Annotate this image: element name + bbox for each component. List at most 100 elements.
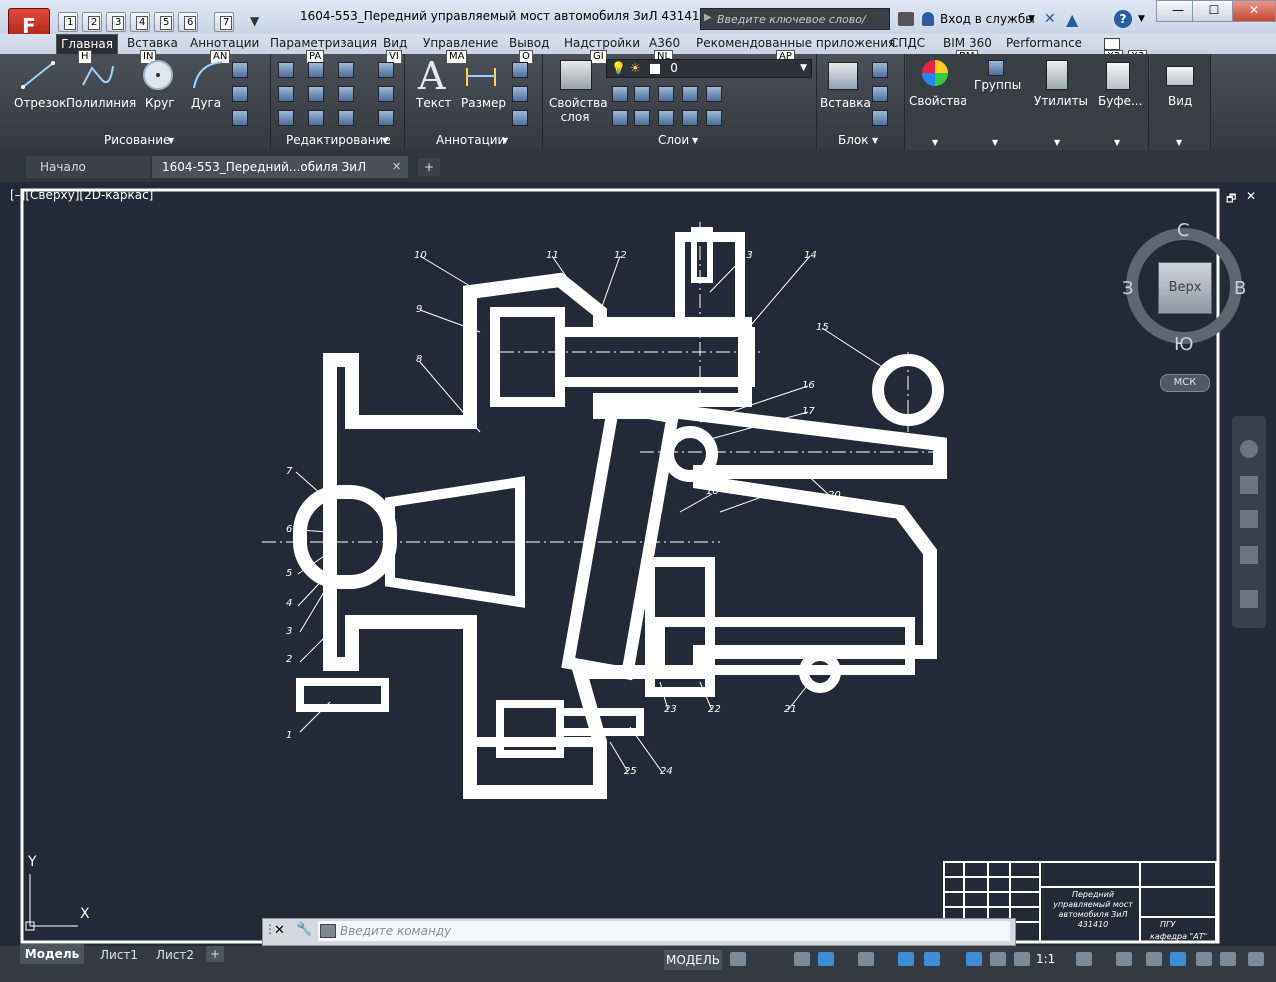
search-expand-icon[interactable]: ▶ (704, 12, 712, 23)
table-icon[interactable] (512, 110, 528, 126)
create-block-icon[interactable] (872, 62, 888, 78)
clipboard-icon[interactable] (1106, 62, 1130, 90)
binoculars-icon[interactable] (898, 12, 914, 26)
block-panel-title[interactable]: Блок (838, 133, 869, 147)
help-icon[interactable]: ? (1114, 10, 1132, 28)
start-tab[interactable]: Начало (26, 156, 150, 178)
insert-block-icon[interactable] (828, 62, 858, 90)
maximize-button[interactable]: ☐ (1192, 0, 1236, 22)
chevron-down-icon[interactable]: ▼ (992, 138, 998, 147)
arc-tool-icon[interactable] (190, 58, 226, 92)
viewcube-west[interactable]: З (1122, 278, 1134, 299)
mirror-icon[interactable] (308, 86, 324, 102)
object-snap-icon[interactable] (924, 952, 940, 966)
circle-tool-label[interactable]: Круг (145, 96, 175, 110)
chevron-down-icon[interactable]: ▼ (1028, 14, 1035, 24)
sign-in-button[interactable]: Вход в службы (940, 12, 1035, 26)
workspace-gear-icon[interactable] (1076, 952, 1092, 966)
layer-tool-icon[interactable] (612, 110, 628, 126)
offset-icon[interactable] (378, 110, 394, 126)
draw-panel-title[interactable]: Рисование (104, 133, 170, 147)
dimension-tool-icon[interactable] (464, 64, 498, 88)
chevron-down-icon[interactable]: ▼ (1138, 14, 1145, 24)
tab-featured-apps[interactable]: Рекомендованные приложения (696, 36, 895, 50)
copy-icon[interactable] (278, 86, 294, 102)
chevron-down-icon[interactable]: ▼ (1114, 138, 1120, 147)
tab-parametric[interactable]: Параметризация (270, 36, 377, 50)
autoscale-icon[interactable] (990, 952, 1006, 966)
tab-view[interactable]: Вид (383, 36, 407, 50)
exchange-icon[interactable]: ✕ (1044, 11, 1056, 27)
viewcube-top-face[interactable]: Верх (1158, 262, 1212, 314)
orbit-icon[interactable] (1240, 546, 1258, 564)
viewcube-south[interactable]: Ю (1174, 334, 1193, 355)
text-tool-icon[interactable]: A (418, 54, 445, 98)
tab-manage[interactable]: Управление (423, 36, 498, 50)
tab-layout2[interactable]: Лист2 (156, 948, 194, 962)
chevron-down-icon[interactable]: ▼ (382, 136, 388, 145)
layer-tool-icon[interactable] (658, 86, 674, 102)
rectangle-icon[interactable] (232, 62, 248, 78)
chevron-down-icon[interactable]: ▼ (502, 136, 508, 145)
pan-icon[interactable] (1240, 476, 1258, 494)
object-snap-tracking-icon[interactable] (898, 952, 914, 966)
tab-bim360[interactable]: BIM 360 (943, 36, 992, 50)
units-icon[interactable] (1146, 952, 1162, 966)
search-input[interactable]: Введите ключевое слово/фразу (700, 8, 890, 48)
line-tool-icon[interactable] (20, 60, 56, 90)
trim-icon[interactable] (338, 62, 354, 78)
model-space-button[interactable]: МОДЕЛЬ (664, 950, 722, 970)
layer-tool-icon[interactable] (634, 86, 650, 102)
layer-properties-label[interactable]: Свойства слоя (549, 96, 608, 124)
clipboard-button[interactable]: Буфе... (1098, 94, 1142, 108)
stretch-icon[interactable] (278, 110, 294, 126)
layer-tool-icon[interactable] (612, 86, 628, 102)
calculator-icon[interactable] (1046, 60, 1068, 90)
tab-output[interactable]: Вывод (509, 36, 549, 50)
command-input[interactable]: Введите команду (318, 921, 1010, 941)
polyline-tool-label[interactable]: Полилиния (66, 96, 136, 110)
rotate-icon[interactable] (308, 62, 324, 78)
dimension-tool-label[interactable]: Размер (461, 96, 506, 110)
polyline-tool-icon[interactable] (80, 60, 116, 90)
arc-tool-label[interactable]: Дуга (191, 96, 221, 110)
steering-wheel-icon[interactable] (1240, 440, 1258, 458)
viewcube-north[interactable]: С (1177, 220, 1190, 241)
layer-tool-icon[interactable] (706, 110, 722, 126)
tab-a360[interactable]: A360 (649, 36, 680, 50)
insert-block-label[interactable]: Вставка (820, 96, 871, 110)
region-icon[interactable] (232, 110, 248, 126)
circle-tool-icon[interactable] (140, 58, 176, 92)
command-history-icon[interactable] (320, 924, 336, 938)
linear-dim-icon[interactable] (512, 62, 528, 78)
fillet-icon[interactable] (338, 86, 354, 102)
explode-icon[interactable] (378, 86, 394, 102)
quick-properties-icon[interactable] (1170, 952, 1186, 966)
tab-performance[interactable]: Performance (1006, 36, 1082, 50)
chevron-down-icon[interactable]: ▼ (692, 136, 698, 145)
wrench-icon[interactable]: 🔧 (296, 922, 312, 937)
text-tool-label[interactable]: Текст (416, 96, 452, 110)
grid-icon[interactable] (730, 952, 746, 966)
close-button[interactable]: ✕ (1232, 0, 1276, 22)
polar-tracking-icon[interactable] (818, 952, 834, 966)
utilities-button[interactable]: Утилиты (1034, 94, 1088, 108)
erase-icon[interactable] (378, 62, 394, 78)
autodesk-app-icon[interactable]: ▲ (1066, 10, 1078, 29)
isolate-objects-icon[interactable] (1196, 952, 1212, 966)
tab-model[interactable]: Модель (20, 944, 84, 964)
layer-dropdown[interactable]: 💡 ☀ 0 ▼ (606, 59, 812, 78)
tab-insert[interactable]: Вставка (127, 36, 178, 50)
showmotion-icon[interactable] (1240, 590, 1258, 608)
qa-dropdown-icon[interactable]: ▼ (250, 14, 259, 28)
groups-button[interactable]: Группы (974, 78, 1021, 92)
isodraft-icon[interactable] (858, 952, 874, 966)
close-command-icon[interactable]: ✕ (274, 923, 285, 938)
chevron-down-icon[interactable]: ▼ (872, 136, 878, 145)
group-icon[interactable] (988, 60, 1004, 76)
hardware-acceleration-icon[interactable] (1220, 952, 1236, 966)
chevron-down-icon[interactable]: ▼ (1176, 138, 1182, 147)
tab-annotate[interactable]: Аннотации (190, 36, 259, 50)
annotation-panel-title[interactable]: Аннотации (436, 133, 505, 147)
attribute-icon[interactable] (872, 110, 888, 126)
